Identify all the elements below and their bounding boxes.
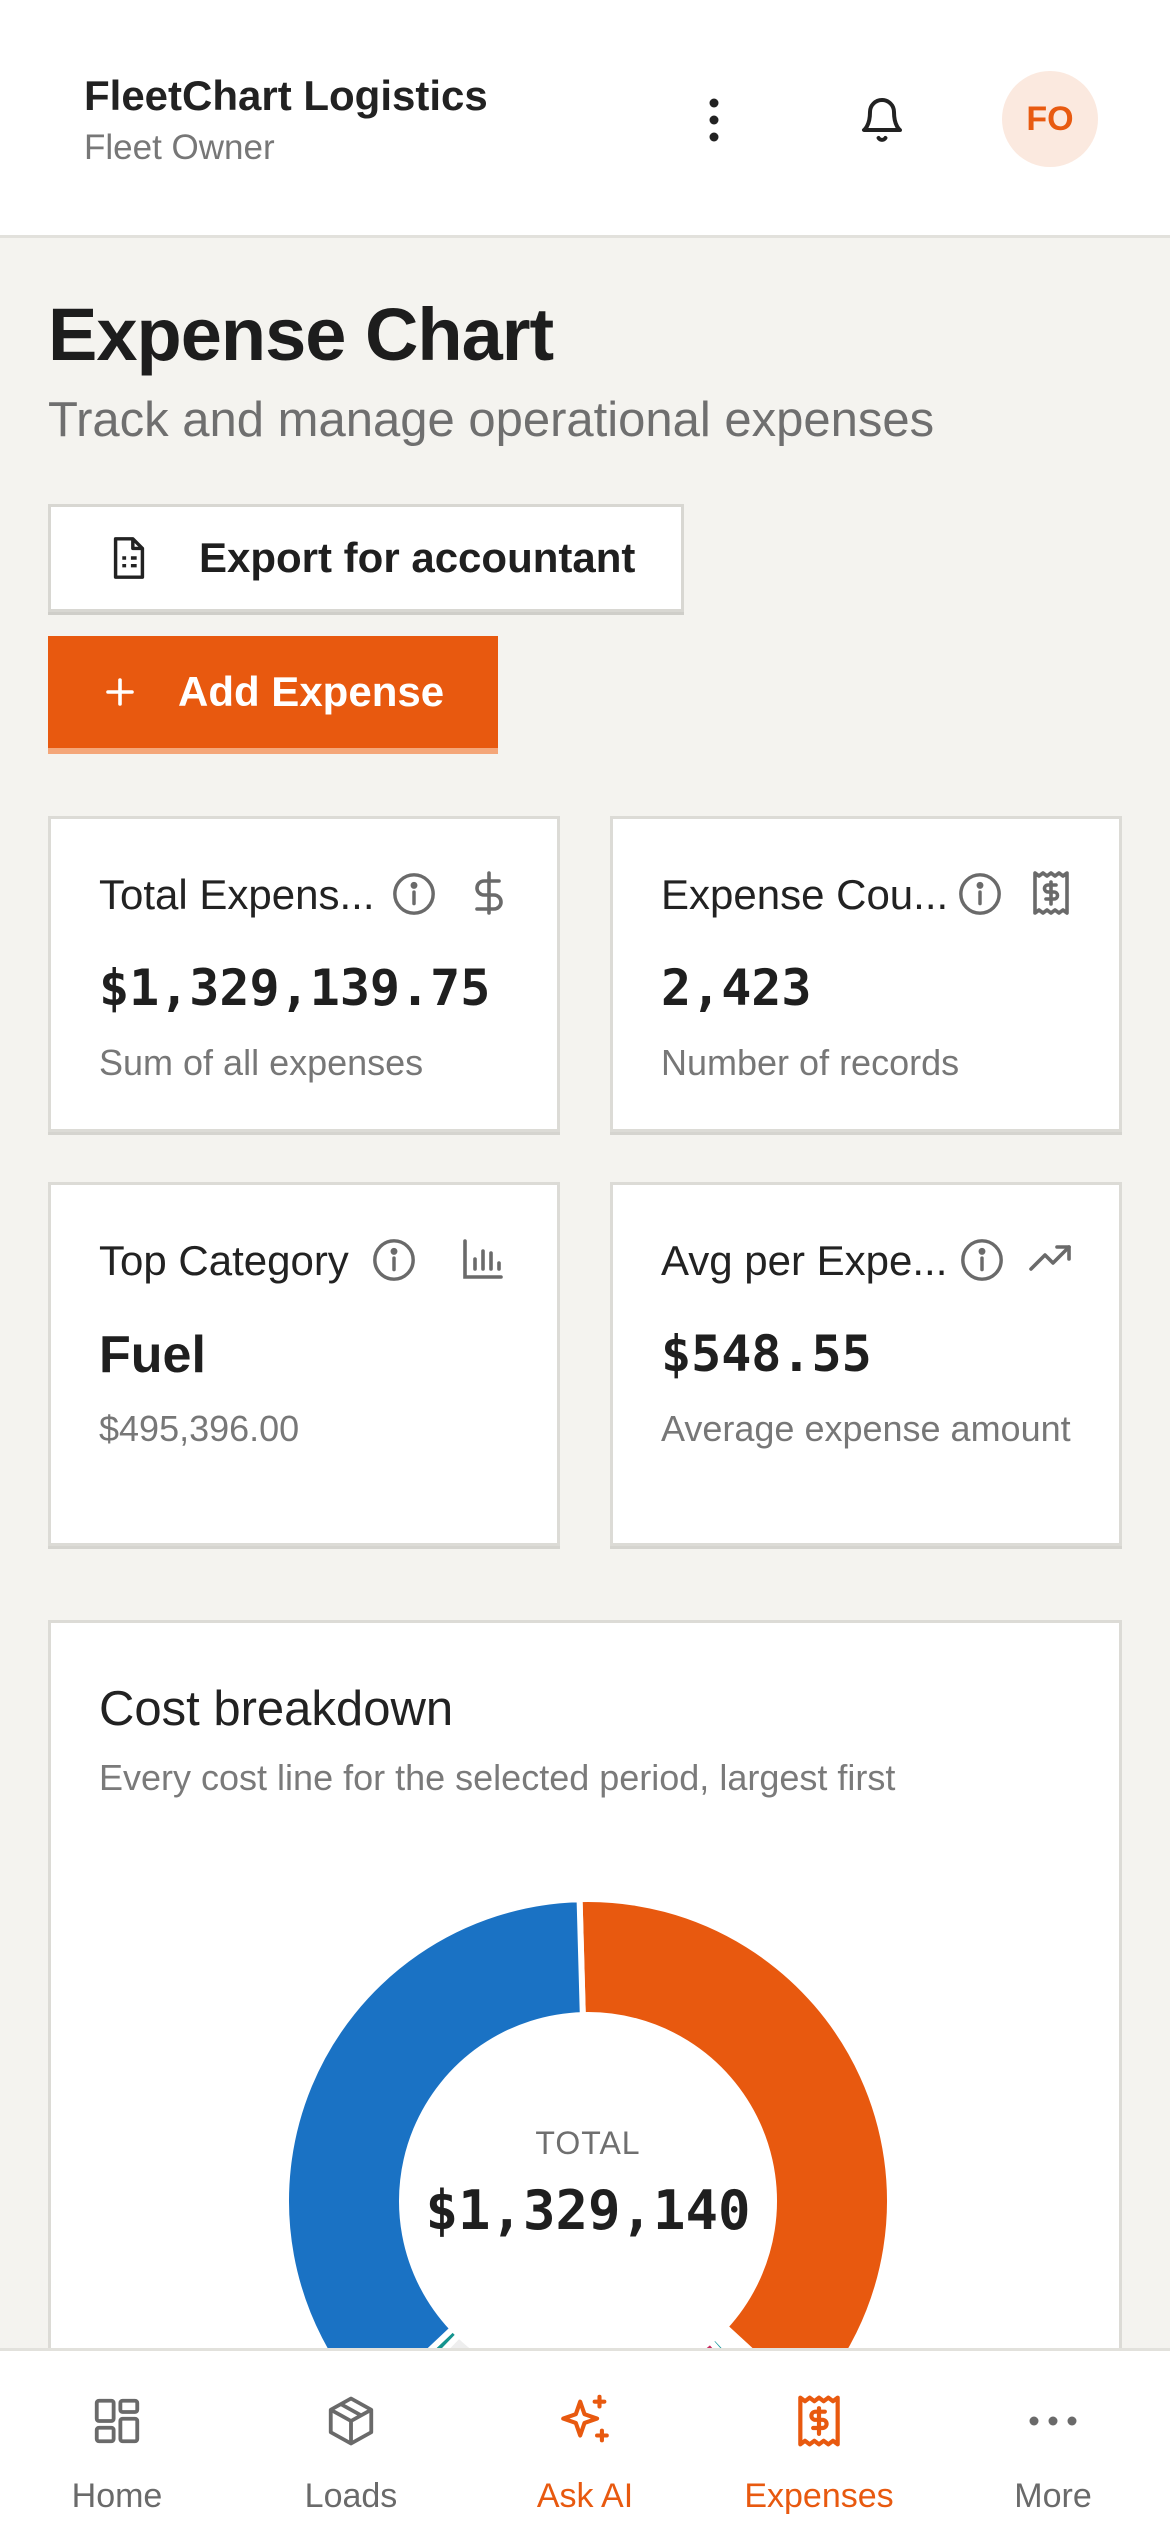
nav-item-home[interactable]: Home — [0, 2351, 234, 2532]
export-button[interactable]: Export for accountant — [48, 504, 684, 612]
box-icon — [321, 2391, 381, 2451]
stat-value: 2,423 — [661, 959, 812, 1017]
app-header: FleetChart Logistics Fleet Owner FO — [0, 0, 1170, 238]
stat-value: Fuel — [99, 1326, 206, 1384]
stat-card-top-category: Top Category Fuel $495,396.00 — [48, 1182, 560, 1546]
donut-center-value: $1,329,140 — [425, 2179, 751, 2242]
avatar[interactable]: FO — [1002, 71, 1098, 167]
stat-label: Top Category — [99, 1237, 349, 1284]
nav-label: Loads — [304, 2477, 398, 2515]
grid-icon — [87, 2391, 147, 2451]
stat-value: $1,329,139.75 — [99, 959, 491, 1017]
nav-label: More — [1014, 2477, 1092, 2515]
stat-note: Number of records — [661, 1042, 960, 1083]
info-icon[interactable] — [391, 871, 437, 917]
page-title: Expense Chart — [48, 293, 554, 376]
nav-label: Ask AI — [536, 2477, 634, 2515]
receipt-icon — [789, 2391, 849, 2451]
cost-breakdown-card: Cost breakdown Every cost line for the s… — [48, 1620, 1122, 2360]
stat-label: Expense Cou... — [661, 871, 949, 918]
more-horizontal-icon — [1023, 2391, 1083, 2451]
receipt-icon — [1027, 869, 1075, 917]
plus-icon — [90, 662, 150, 722]
stat-card-total: Total Expens... $1,329,139.75 Sum of all… — [48, 816, 560, 1132]
nav-item-loads[interactable]: Loads — [234, 2351, 468, 2532]
stat-label: Total Expens... — [99, 871, 375, 918]
stat-value: $548.55 — [661, 1325, 872, 1383]
stat-card-average: Avg per Expe... $548.55 Average expense … — [610, 1182, 1122, 1546]
stat-label: Avg per Expe... — [661, 1237, 948, 1284]
sparkle-icon — [555, 2391, 615, 2451]
nav-label: Home — [71, 2477, 163, 2515]
nav-item-ask-ai[interactable]: Ask AI — [468, 2351, 702, 2532]
info-icon[interactable] — [371, 1237, 417, 1283]
nav-item-expenses[interactable]: Expenses — [702, 2351, 936, 2532]
stat-card-count: Expense Cou... 2,423 Number of records — [610, 816, 1122, 1132]
stat-note: $495,396.00 — [99, 1408, 300, 1449]
stat-note: Sum of all expenses — [99, 1042, 424, 1083]
export-button-label: Export for accountant — [199, 534, 636, 581]
trending-up-icon — [1027, 1235, 1075, 1283]
add-expense-label: Add Expense — [178, 668, 445, 715]
page-subtitle: Track and manage operational expenses — [48, 393, 935, 447]
cost-donut-chart[interactable] — [51, 1623, 1122, 2360]
add-expense-button[interactable]: Add Expense — [48, 636, 498, 748]
dollar-icon — [465, 869, 513, 917]
more-vertical-icon[interactable] — [690, 90, 738, 150]
bottom-nav: Home Loads Ask AI Expenses More — [0, 2348, 1170, 2532]
file-spreadsheet-icon — [99, 528, 159, 588]
stat-note: Average expense amount — [661, 1408, 1071, 1449]
nav-label: Expenses — [744, 2477, 894, 2515]
nav-item-more[interactable]: More — [936, 2351, 1170, 2532]
company-name: FleetChart Logistics — [84, 72, 488, 119]
bell-icon[interactable] — [852, 90, 912, 150]
info-icon[interactable] — [959, 1237, 1005, 1283]
bar-chart-icon — [459, 1235, 507, 1283]
donut-center-label: TOTAL — [535, 2125, 641, 2161]
company-role: Fleet Owner — [84, 128, 275, 167]
info-icon[interactable] — [957, 871, 1003, 917]
